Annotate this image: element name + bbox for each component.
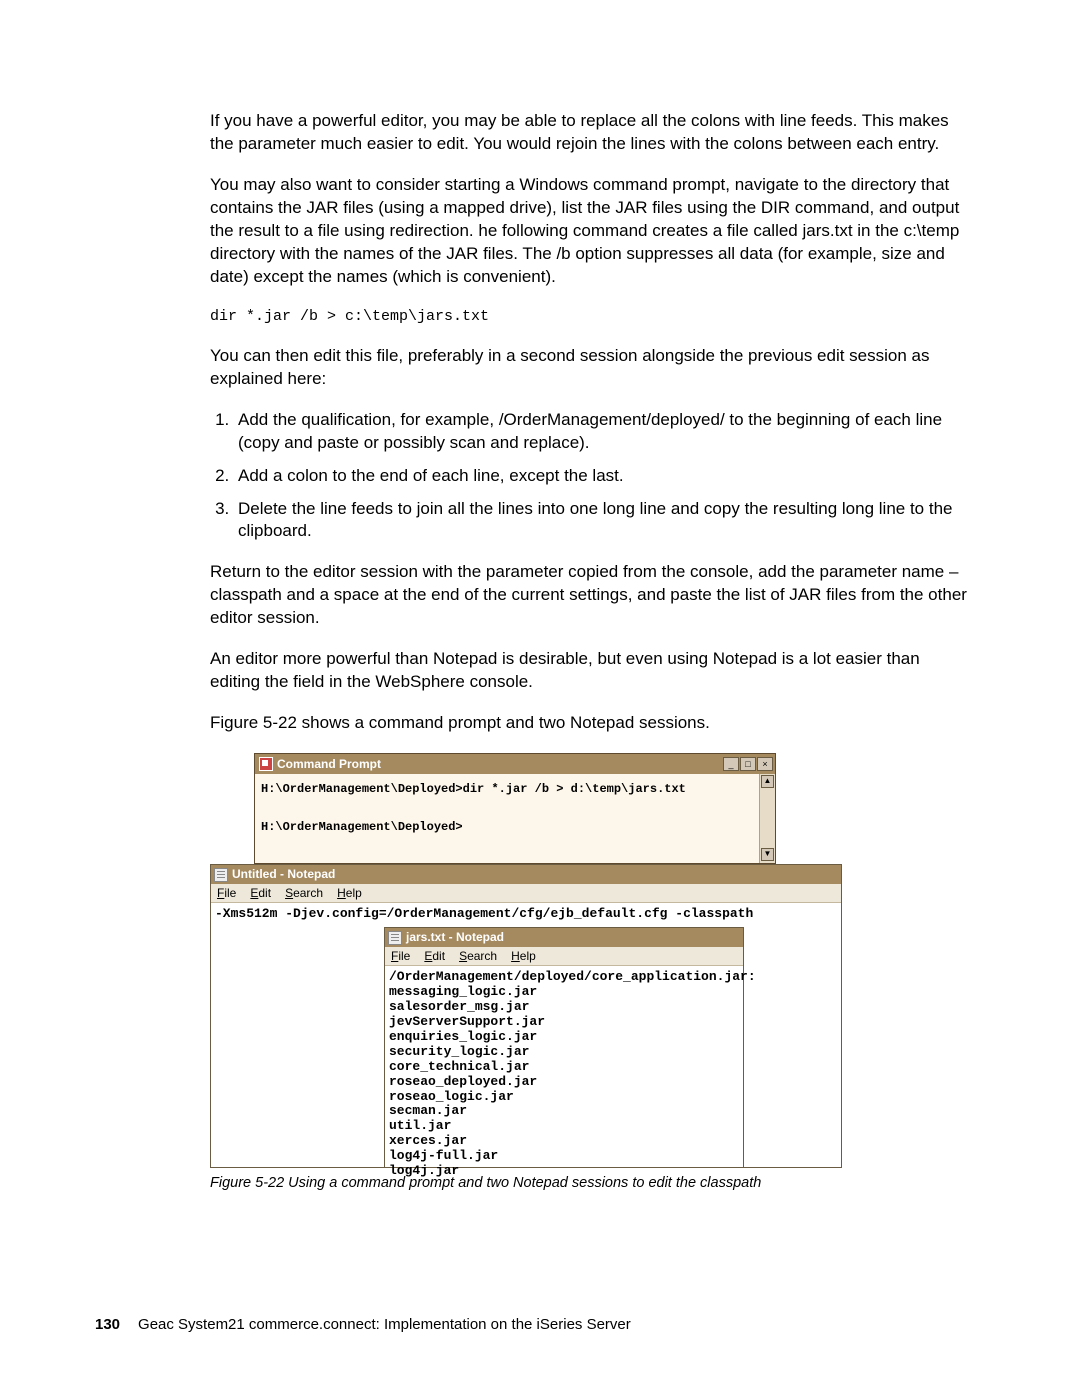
titlebar[interactable]: Untitled - Notepad: [211, 865, 841, 884]
editor-body[interactable]: /OrderManagement/deployed/core_applicati…: [385, 966, 743, 1183]
notepad-window-jars: jars.txt - Notepad File Edit Search Help…: [384, 927, 744, 1168]
menu-search[interactable]: Search: [285, 885, 323, 901]
notepad-icon: [388, 931, 402, 945]
document-page: If you have a powerful editor, you may b…: [0, 0, 1080, 1397]
menu-help[interactable]: Help: [511, 948, 536, 964]
window-title: Command Prompt: [277, 756, 381, 772]
terminal-line: H:\OrderManagement\Deployed>: [261, 820, 463, 834]
paragraph: An editor more powerful than Notepad is …: [210, 648, 970, 694]
maximize-button[interactable]: □: [740, 757, 756, 771]
figure-screenshot: Command Prompt _ □ × ▲ ▼ H:\OrderManagem…: [210, 753, 840, 1166]
list-item: Add the qualification, for example, /Ord…: [234, 409, 970, 455]
menu-file[interactable]: File: [391, 948, 410, 964]
editor-body[interactable]: -Xms512m -Djev.config=/OrderManagement/c…: [211, 903, 841, 926]
notepad-icon: [214, 868, 228, 882]
window-buttons: _ □ ×: [723, 757, 773, 771]
paragraph: You may also want to consider starting a…: [210, 174, 970, 289]
menu-bar: File Edit Search Help: [211, 884, 841, 903]
window-title: jars.txt - Notepad: [406, 929, 504, 945]
minimize-button[interactable]: _: [723, 757, 739, 771]
titlebar[interactable]: Command Prompt _ □ ×: [255, 754, 775, 774]
menu-file[interactable]: File: [217, 885, 236, 901]
book-title: Geac System21 commerce.connect: Implemen…: [138, 1315, 631, 1335]
menu-edit[interactable]: Edit: [424, 948, 445, 964]
command-prompt-window: Command Prompt _ □ × ▲ ▼ H:\OrderManagem…: [254, 753, 776, 864]
close-button[interactable]: ×: [757, 757, 773, 771]
menu-edit[interactable]: Edit: [250, 885, 271, 901]
paragraph: Return to the editor session with the pa…: [210, 561, 970, 630]
cmd-icon: [259, 757, 273, 771]
titlebar[interactable]: jars.txt - Notepad: [385, 928, 743, 947]
paragraph: Figure 5-22 shows a command prompt and t…: [210, 712, 970, 735]
ordered-list: Add the qualification, for example, /Ord…: [210, 409, 970, 544]
scroll-down-icon[interactable]: ▼: [761, 848, 774, 861]
page-number: 130: [95, 1315, 120, 1335]
window-title: Untitled - Notepad: [232, 866, 335, 882]
scroll-up-icon[interactable]: ▲: [761, 775, 774, 788]
terminal-line: H:\OrderManagement\Deployed>dir *.jar /b…: [261, 782, 686, 796]
list-item: Delete the line feeds to join all the li…: [234, 498, 970, 544]
page-footer: 130 Geac System21 commerce.connect: Impl…: [95, 1315, 631, 1335]
menu-search[interactable]: Search: [459, 948, 497, 964]
list-item: Add a colon to the end of each line, exc…: [234, 465, 970, 488]
menu-bar: File Edit Search Help: [385, 947, 743, 966]
scrollbar[interactable]: ▲ ▼: [759, 774, 775, 863]
paragraph: You can then edit this file, preferably …: [210, 345, 970, 391]
code-block: dir *.jar /b > c:\temp\jars.txt: [210, 307, 970, 327]
menu-help[interactable]: Help: [337, 885, 362, 901]
terminal-body[interactable]: H:\OrderManagement\Deployed>dir *.jar /b…: [255, 774, 775, 844]
paragraph: If you have a powerful editor, you may b…: [210, 110, 970, 156]
